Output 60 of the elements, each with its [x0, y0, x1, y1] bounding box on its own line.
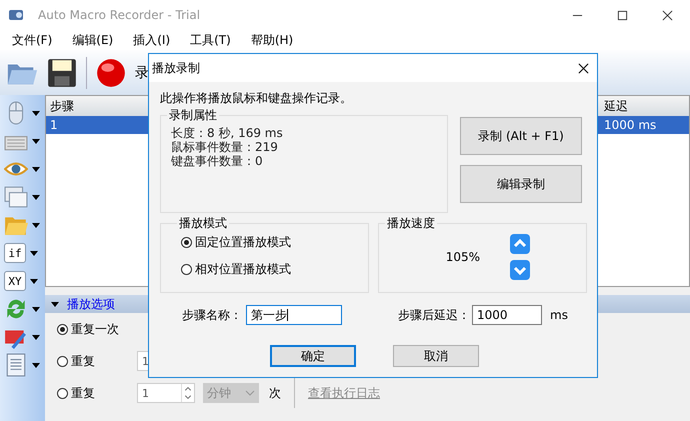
menu-item[interactable]: 编辑(E) — [72, 32, 114, 48]
menu-item[interactable]: 工具(T) — [190, 32, 231, 48]
radio-button[interactable] — [57, 356, 68, 366]
dropdown-arrow-icon[interactable] — [32, 166, 40, 172]
tool-button[interactable]: XY — [4, 271, 26, 291]
radio-label[interactable]: 固定位置播放模式 — [195, 234, 291, 251]
dropdown-arrow-icon[interactable] — [32, 334, 40, 340]
step-delay-field[interactable]: 1000 — [472, 305, 542, 325]
repeat-count-field[interactable]: 1 — [137, 383, 195, 403]
app-icon — [8, 7, 24, 23]
radio-label[interactable]: 重复 — [71, 384, 95, 402]
radio-button[interactable] — [181, 237, 192, 248]
close-icon[interactable] — [662, 10, 673, 20]
dropdown-arrow-icon[interactable] — [32, 222, 40, 228]
dropdown-arrow-icon[interactable] — [30, 278, 38, 284]
dropdown-arrow-icon[interactable] — [32, 138, 40, 144]
group-title: 播放模式 — [178, 215, 228, 232]
dropdown-arrow-icon[interactable] — [32, 362, 40, 368]
menu-item[interactable]: 帮助(H) — [250, 32, 294, 48]
speed-value: 105% — [446, 250, 480, 264]
cancel-button[interactable]: 取消 — [393, 345, 479, 367]
unit-label: ms — [550, 308, 568, 322]
property-text: 长度：8 秒, 169 ms — [171, 126, 284, 140]
radio-button[interactable] — [57, 324, 68, 334]
group-title: 录制属性 — [168, 107, 218, 124]
tool-button[interactable]: if — [4, 243, 26, 263]
dialog-button[interactable]: 录制 (Alt + F1) — [460, 117, 582, 155]
radio-label[interactable]: 重复一次 — [71, 320, 119, 338]
radio-label[interactable]: 相对位置播放模式 — [195, 261, 291, 278]
radio-label[interactable]: 重复 — [71, 352, 95, 370]
menu-item[interactable]: 文件(F) — [12, 32, 52, 48]
dialog-button[interactable]: 编辑录制 — [460, 165, 582, 203]
record-icon[interactable] — [95, 56, 127, 88]
table-cell-text: 1000 ms — [603, 118, 658, 132]
table-cell-text: 1 — [49, 118, 59, 132]
dropdown-arrow-icon[interactable] — [32, 110, 40, 116]
times-label: 次 — [269, 384, 281, 402]
property-text: 鼠标事件数量：219 — [171, 140, 279, 154]
collapse-arrow-icon[interactable] — [51, 302, 59, 306]
radio-button[interactable] — [181, 264, 192, 275]
intro-text: 此操作将播放鼠标和键盘操作记录。 — [160, 90, 353, 107]
record-label[interactable]: 录 — [135, 64, 149, 82]
step-delay-label: 步骤后延迟： — [398, 306, 470, 324]
property-text: 键盘事件数量：0 — [171, 154, 264, 168]
group-title: 播放速度 — [386, 215, 436, 232]
step-name-label: 步骤名称： — [182, 306, 242, 324]
ok-button[interactable]: 确定 — [270, 345, 356, 367]
radio-button[interactable] — [57, 388, 68, 398]
close-icon[interactable] — [578, 62, 589, 74]
spinner-arrows-icon[interactable] — [181, 384, 194, 402]
maximize-icon[interactable] — [617, 10, 628, 20]
menu-item[interactable]: 插入(I) — [133, 32, 170, 48]
step-name-field[interactable]: 第一步 — [246, 305, 342, 325]
column-header[interactable]: 延迟 — [600, 98, 689, 114]
window-title: Auto Macro Recorder - Trial — [38, 8, 200, 22]
dialog-title: 播放录制 — [152, 60, 200, 76]
section-title[interactable]: 播放选项 — [67, 296, 115, 312]
dropdown-arrow-icon[interactable] — [32, 306, 40, 312]
dropdown-arrow-icon[interactable] — [30, 250, 38, 256]
dropdown-arrow-icon[interactable] — [32, 194, 40, 200]
